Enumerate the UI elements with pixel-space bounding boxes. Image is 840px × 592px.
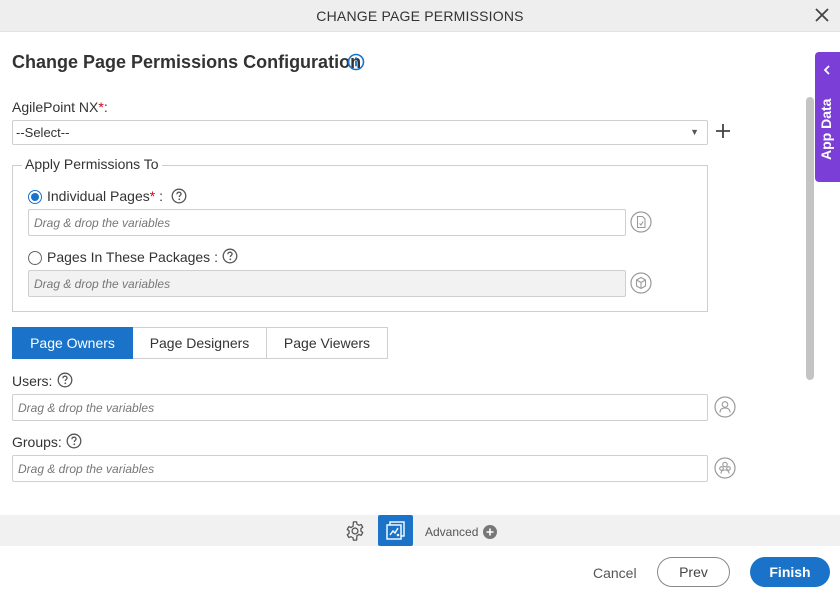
process-model-button[interactable] — [378, 515, 413, 546]
group-variable-icon[interactable] — [714, 457, 736, 479]
advanced-label[interactable]: Advanced — [425, 525, 478, 539]
plus-circle-icon[interactable] — [483, 525, 497, 539]
info-icon[interactable] — [347, 53, 365, 71]
individual-pages-input[interactable]: Drag & drop the variables — [28, 209, 626, 236]
individual-pages-label: Individual Pages* : — [47, 188, 163, 204]
agilepoint-label: AgilePoint NX*: — [12, 99, 108, 115]
agilepoint-label-text: AgilePoint NX — [12, 99, 99, 115]
bottom-toolbar — [0, 515, 840, 546]
page-variable-icon[interactable] — [630, 211, 652, 233]
pages-in-packages-input[interactable]: Drag & drop the variables — [28, 270, 626, 297]
permission-tabs: Page Owners Page Designers Page Viewers — [12, 327, 388, 359]
page-title: Change Page Permissions Configuration — [12, 52, 362, 72]
tab-page-viewers[interactable]: Page Viewers — [267, 327, 388, 359]
agilepoint-select[interactable]: --Select-- ▼ — [12, 120, 708, 145]
package-variable-icon[interactable] — [630, 272, 652, 294]
help-icon[interactable] — [171, 188, 187, 204]
apply-permissions-legend: Apply Permissions To — [22, 156, 162, 172]
prev-button[interactable]: Prev — [657, 557, 730, 587]
tab-page-owners[interactable]: Page Owners — [12, 327, 133, 359]
title-bar: CHANGE PAGE PERMISSIONS — [0, 0, 840, 32]
groups-label: Groups: — [12, 434, 62, 450]
app-data-tab[interactable]: App Data — [815, 52, 840, 182]
pages-in-packages-label: Pages In These Packages : — [47, 249, 218, 265]
cancel-button[interactable]: Cancel — [593, 565, 637, 581]
process-model-icon — [386, 521, 405, 540]
add-connection-icon[interactable] — [714, 122, 732, 140]
label-suffix: : — [103, 99, 108, 115]
help-icon[interactable] — [57, 372, 73, 388]
groups-input[interactable]: Drag & drop the variables — [12, 455, 708, 482]
individual-pages-label-text: Individual Pages — [47, 188, 150, 204]
pages-in-packages-radio[interactable] — [28, 251, 42, 265]
dropdown-arrow-icon: ▼ — [690, 127, 699, 137]
window-title: CHANGE PAGE PERMISSIONS — [316, 8, 524, 24]
gear-icon[interactable] — [344, 520, 366, 542]
user-variable-icon[interactable] — [714, 396, 736, 418]
app-data-label: App Data — [818, 98, 834, 160]
agilepoint-select-value: --Select-- — [16, 125, 70, 140]
help-icon[interactable] — [222, 248, 238, 264]
users-input[interactable]: Drag & drop the variables — [12, 394, 708, 421]
users-label: Users: — [12, 373, 53, 389]
close-icon[interactable] — [814, 7, 830, 23]
tab-page-designers[interactable]: Page Designers — [133, 327, 267, 359]
finish-button[interactable]: Finish — [750, 557, 830, 587]
individual-pages-radio[interactable] — [28, 190, 42, 204]
help-icon[interactable] — [66, 433, 82, 449]
scrollbar[interactable] — [806, 97, 814, 380]
label-suffix: : — [155, 188, 163, 204]
chevron-left-icon — [823, 65, 830, 75]
